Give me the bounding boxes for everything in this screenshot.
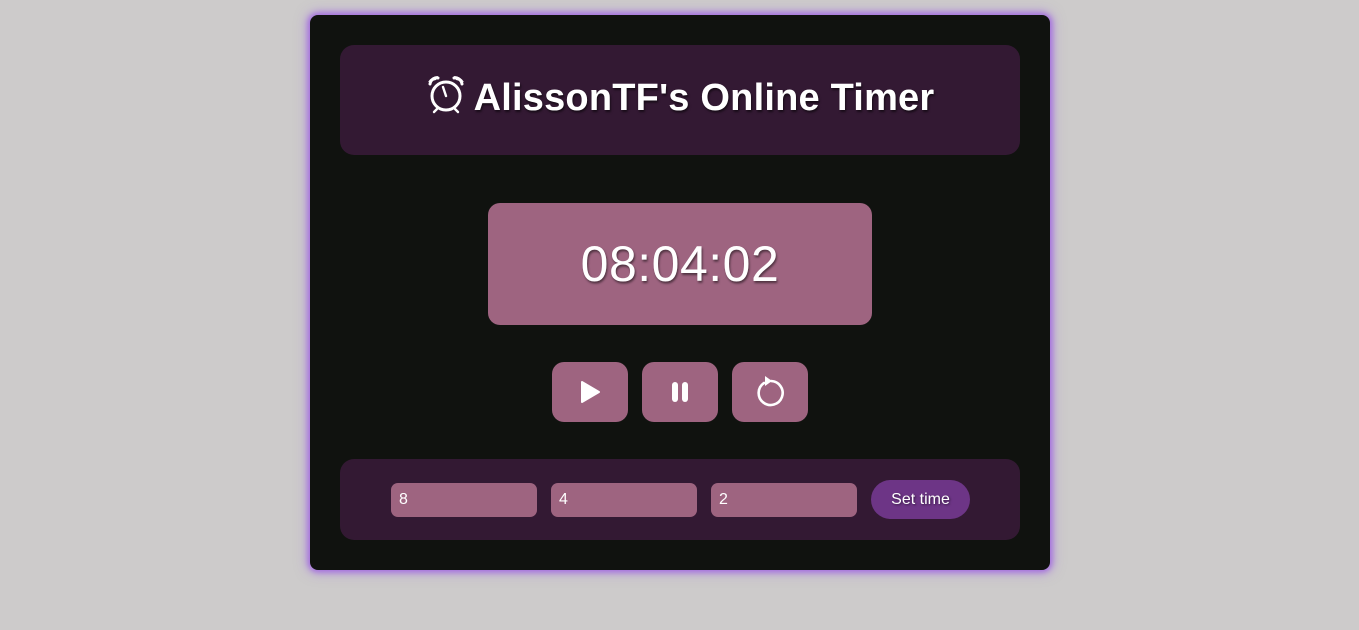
seconds-input[interactable] bbox=[711, 482, 857, 517]
alarm-clock-icon bbox=[426, 74, 466, 114]
time-setter-panel: Set time bbox=[340, 459, 1020, 540]
timer-display: 08:04:02 bbox=[488, 203, 872, 325]
pause-button[interactable] bbox=[642, 362, 718, 422]
timer-app-card: AlissonTF's Online Timer 08:04:02 8 4 2 … bbox=[310, 15, 1050, 570]
set-time-button[interactable]: Set time bbox=[871, 480, 970, 519]
pause-icon bbox=[670, 381, 690, 403]
reset-icon bbox=[754, 375, 786, 409]
reset-button[interactable] bbox=[732, 362, 808, 422]
play-icon bbox=[579, 380, 601, 404]
page-title: AlissonTF's Online Timer bbox=[473, 76, 935, 119]
title-wrap: AlissonTF's Online Timer bbox=[426, 74, 935, 120]
minutes-input[interactable] bbox=[551, 482, 697, 517]
header-panel: AlissonTF's Online Timer bbox=[340, 45, 1020, 155]
hours-input[interactable] bbox=[391, 482, 537, 517]
timer-readout: 08:04:02 bbox=[580, 236, 780, 292]
play-button[interactable] bbox=[552, 362, 628, 422]
timer-controls bbox=[552, 362, 808, 422]
